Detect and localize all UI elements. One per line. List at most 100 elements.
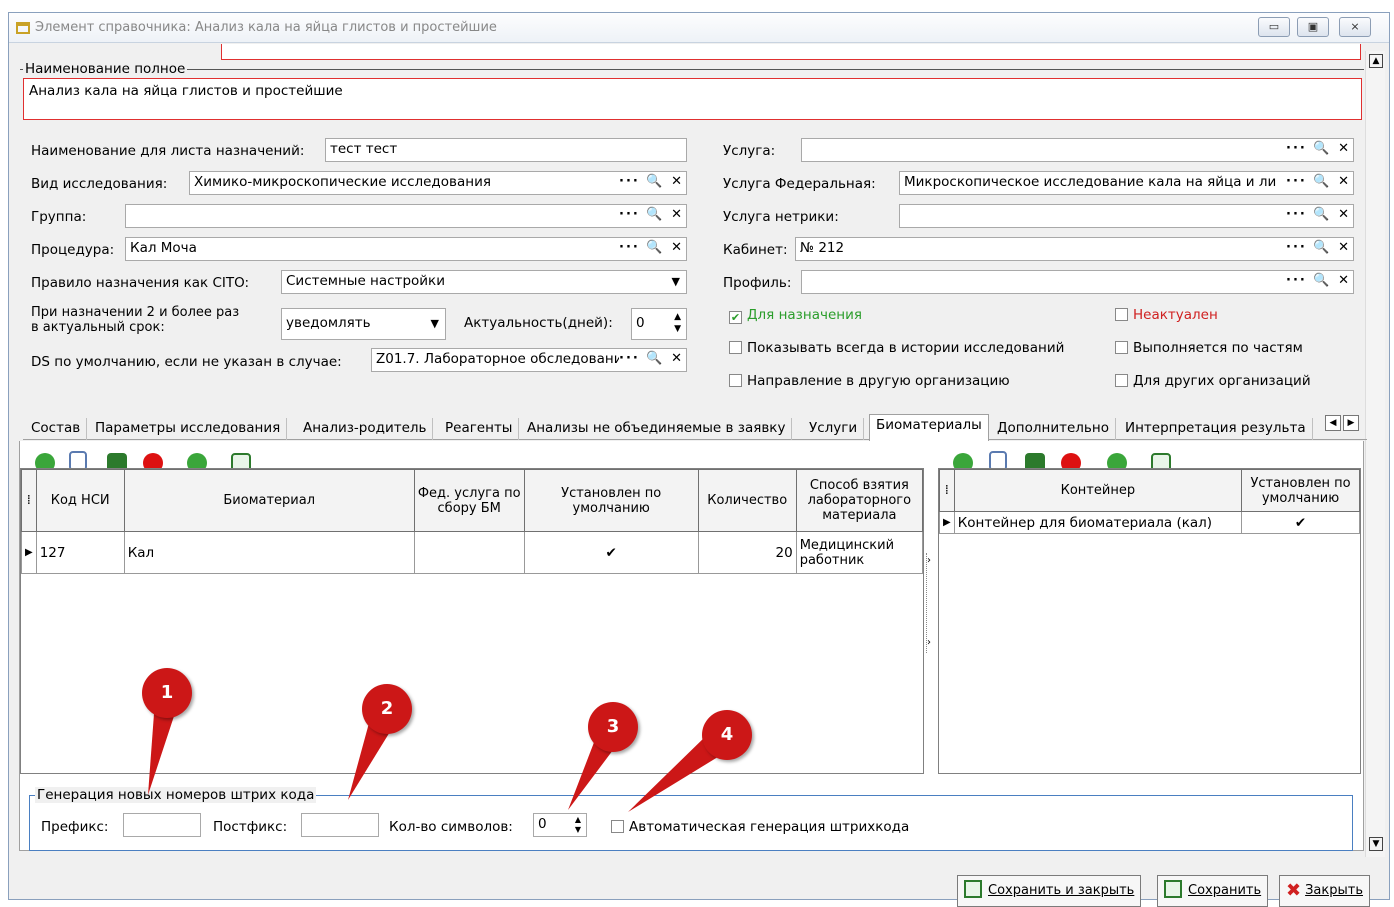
research-type-value: Химико-микроскопические исследования	[194, 174, 491, 190]
tab-scroll-left-icon[interactable]: ◀	[1325, 415, 1341, 431]
cell-fed-service[interactable]	[413, 531, 525, 574]
col-default[interactable]: Установлен по умолчанию	[523, 469, 699, 532]
tab-interpretation[interactable]: Интерпретация результа	[1119, 418, 1313, 440]
actuality-spinner[interactable]: 0 ▲ ▼	[631, 308, 687, 340]
profile-label: Профиль:	[723, 275, 792, 291]
research-type-field[interactable]: Химико-микроскопические исследования ··· …	[189, 171, 687, 195]
tab-services[interactable]: Услуги	[803, 418, 865, 440]
prefix-input[interactable]	[123, 813, 201, 837]
by-parts-checkbox[interactable]: Выполняется по частям	[1115, 340, 1303, 356]
field-buttons[interactable]: ··· 🔍 ✕	[1286, 273, 1351, 288]
cell-default[interactable]: ✔	[523, 531, 699, 574]
spinner-arrows-icon[interactable]: ▲ ▼	[575, 815, 581, 835]
col-biomaterial[interactable]: Биоматериал	[123, 469, 415, 532]
assign-list-field[interactable]: тест тест	[325, 138, 687, 162]
tab-scroll-right-icon[interactable]: ▶	[1343, 415, 1359, 431]
tab-biomaterials[interactable]: Биоматериалы	[869, 414, 989, 441]
row-pointer-icon: ▶	[939, 511, 955, 534]
assign-list-label: Наименование для листа назначений:	[31, 143, 305, 159]
table-row[interactable]: ▶ Контейнер для биоматериала (кал) ✔	[939, 511, 1360, 534]
row-indicator-header: ⁞	[939, 469, 955, 512]
col-fed-service[interactable]: Фед. услуга по сбору БМ	[413, 469, 525, 532]
minimize-button[interactable]: ▭	[1258, 17, 1290, 37]
col-quantity[interactable]: Количество	[697, 469, 797, 532]
cabinet-field[interactable]: № 212 ··· 🔍 ✕	[795, 237, 1354, 261]
cell-method[interactable]: Медицинский работник	[795, 531, 924, 574]
by-parts-label: Выполняется по частям	[1133, 340, 1303, 356]
save-close-button[interactable]: Сохранить и закрыть	[957, 875, 1142, 907]
field-buttons[interactable]: ··· 🔍 ✕	[619, 351, 684, 366]
col-default[interactable]: Установлен по умолчанию	[1241, 469, 1360, 512]
splitter[interactable]: › ›	[926, 553, 934, 653]
chevron-down-icon[interactable]: ▼	[431, 317, 439, 330]
profile-field[interactable]: ··· 🔍 ✕	[801, 270, 1354, 294]
maximize-button[interactable]: ▣	[1297, 17, 1329, 37]
show-history-checkbox[interactable]: Показывать всегда в истории исследований	[729, 340, 1064, 356]
service-field[interactable]: ··· 🔍 ✕	[801, 138, 1354, 162]
cito-select[interactable]: Системные настройки ▼	[281, 270, 687, 294]
field-buttons[interactable]: ··· 🔍 ✕	[1286, 240, 1351, 255]
cell-default[interactable]: ✔	[1241, 511, 1360, 534]
group-field[interactable]: ··· 🔍 ✕	[125, 204, 687, 228]
tab-parent-analysis[interactable]: Анализ-родитель	[297, 418, 434, 440]
chevron-right-icon[interactable]: ›	[927, 555, 931, 566]
tab-composition[interactable]: Состав	[25, 418, 88, 440]
scroll-down-icon[interactable]: ▼	[1369, 837, 1383, 851]
full-name-field[interactable]: Анализ кала на яйца глистов и простейшие	[23, 78, 1362, 120]
checkbox-icon[interactable]	[729, 341, 742, 354]
vertical-scrollbar[interactable]: ▲ ▼	[1365, 51, 1385, 857]
tab-additional[interactable]: Дополнительно	[991, 418, 1116, 440]
save-button[interactable]: Сохранить	[1157, 875, 1269, 907]
fed-service-label: Услуга Федеральная:	[723, 176, 876, 192]
chevron-down-icon[interactable]: ▼	[672, 275, 680, 288]
field-buttons[interactable]: ··· 🔍 ✕	[1286, 141, 1351, 156]
cell-biomaterial[interactable]: Кал	[123, 531, 415, 574]
field-buttons[interactable]: ··· 🔍 ✕	[619, 174, 684, 189]
col-method[interactable]: Способ взятия лабораторного материала	[795, 469, 924, 532]
chars-spinner[interactable]: 0 ▲ ▼	[533, 813, 587, 837]
show-history-label: Показывать всегда в истории исследований	[747, 340, 1065, 356]
close-window-button[interactable]: ⨯	[1339, 17, 1371, 37]
netrika-field[interactable]: ··· 🔍 ✕	[899, 204, 1354, 228]
not-actual-checkbox[interactable]: Неактуален	[1115, 307, 1218, 323]
postfix-input[interactable]	[301, 813, 379, 837]
col-container[interactable]: Контейнер	[953, 469, 1243, 512]
field-buttons[interactable]: ··· 🔍 ✕	[1286, 207, 1351, 222]
cell-container[interactable]: Контейнер для биоматериала (кал)	[953, 511, 1243, 534]
scroll-up-icon[interactable]: ▲	[1369, 54, 1383, 68]
checkbox-icon[interactable]	[1115, 341, 1128, 354]
field-buttons[interactable]: ··· 🔍 ✕	[619, 207, 684, 222]
tab-non-combinable[interactable]: Анализы не объединяемые в заявку	[521, 418, 793, 440]
checkbox-icon[interactable]	[1115, 308, 1128, 321]
cell-quantity[interactable]: 20	[697, 531, 797, 574]
for-assign-checkbox[interactable]: ✔ Для назначения	[729, 307, 862, 324]
cabinet-value: № 212	[800, 240, 845, 256]
table-row[interactable]: ▶ 127 Кал ✔ 20 Медицинский работник	[21, 531, 924, 574]
field-buttons[interactable]: ··· 🔍 ✕	[619, 240, 684, 255]
fed-service-field[interactable]: Микроскопическое исследование кала на яй…	[899, 171, 1354, 195]
auto-barcode-checkbox[interactable]: Автоматическая генерация штрихкода	[611, 819, 909, 835]
spinner-arrows-icon[interactable]: ▲ ▼	[674, 311, 681, 335]
procedure-field[interactable]: Кал Моча ··· 🔍 ✕	[125, 237, 687, 261]
ds-field[interactable]: Z01.7. Лабораторное обследовани ··· 🔍 ✕	[371, 348, 687, 372]
marker-3: 3	[588, 702, 638, 752]
repeat-select[interactable]: уведомлять ▼	[281, 308, 446, 340]
checkbox-icon[interactable]	[1115, 374, 1128, 387]
field-buttons[interactable]: ··· 🔍 ✕	[1286, 174, 1351, 189]
col-code[interactable]: Код НСИ	[35, 469, 125, 532]
other-orgs-checkbox[interactable]: Для других организаций	[1115, 373, 1311, 389]
tab-reagents[interactable]: Реагенты	[439, 418, 520, 440]
short-name-field[interactable]	[221, 44, 1361, 60]
cell-code[interactable]: 127	[35, 531, 125, 574]
container-table: ⁞ Контейнер Установлен по умолчанию ▶ Ко…	[939, 469, 1360, 534]
checkbox-icon[interactable]	[611, 820, 624, 833]
cito-value: Системные настройки	[286, 273, 445, 289]
tab-research-params[interactable]: Параметры исследования	[89, 418, 288, 440]
referral-checkbox[interactable]: Направление в другую организацию	[729, 373, 1010, 389]
full-name-value: Анализ кала на яйца глистов и простейшие	[29, 83, 343, 99]
checkbox-icon[interactable]	[729, 374, 742, 387]
chevron-right-icon[interactable]: ›	[927, 637, 931, 648]
close-button[interactable]: ✖ Закрыть	[1279, 875, 1370, 907]
research-type-label: Вид исследования:	[31, 176, 168, 192]
checkbox-checked-icon[interactable]: ✔	[729, 311, 742, 324]
